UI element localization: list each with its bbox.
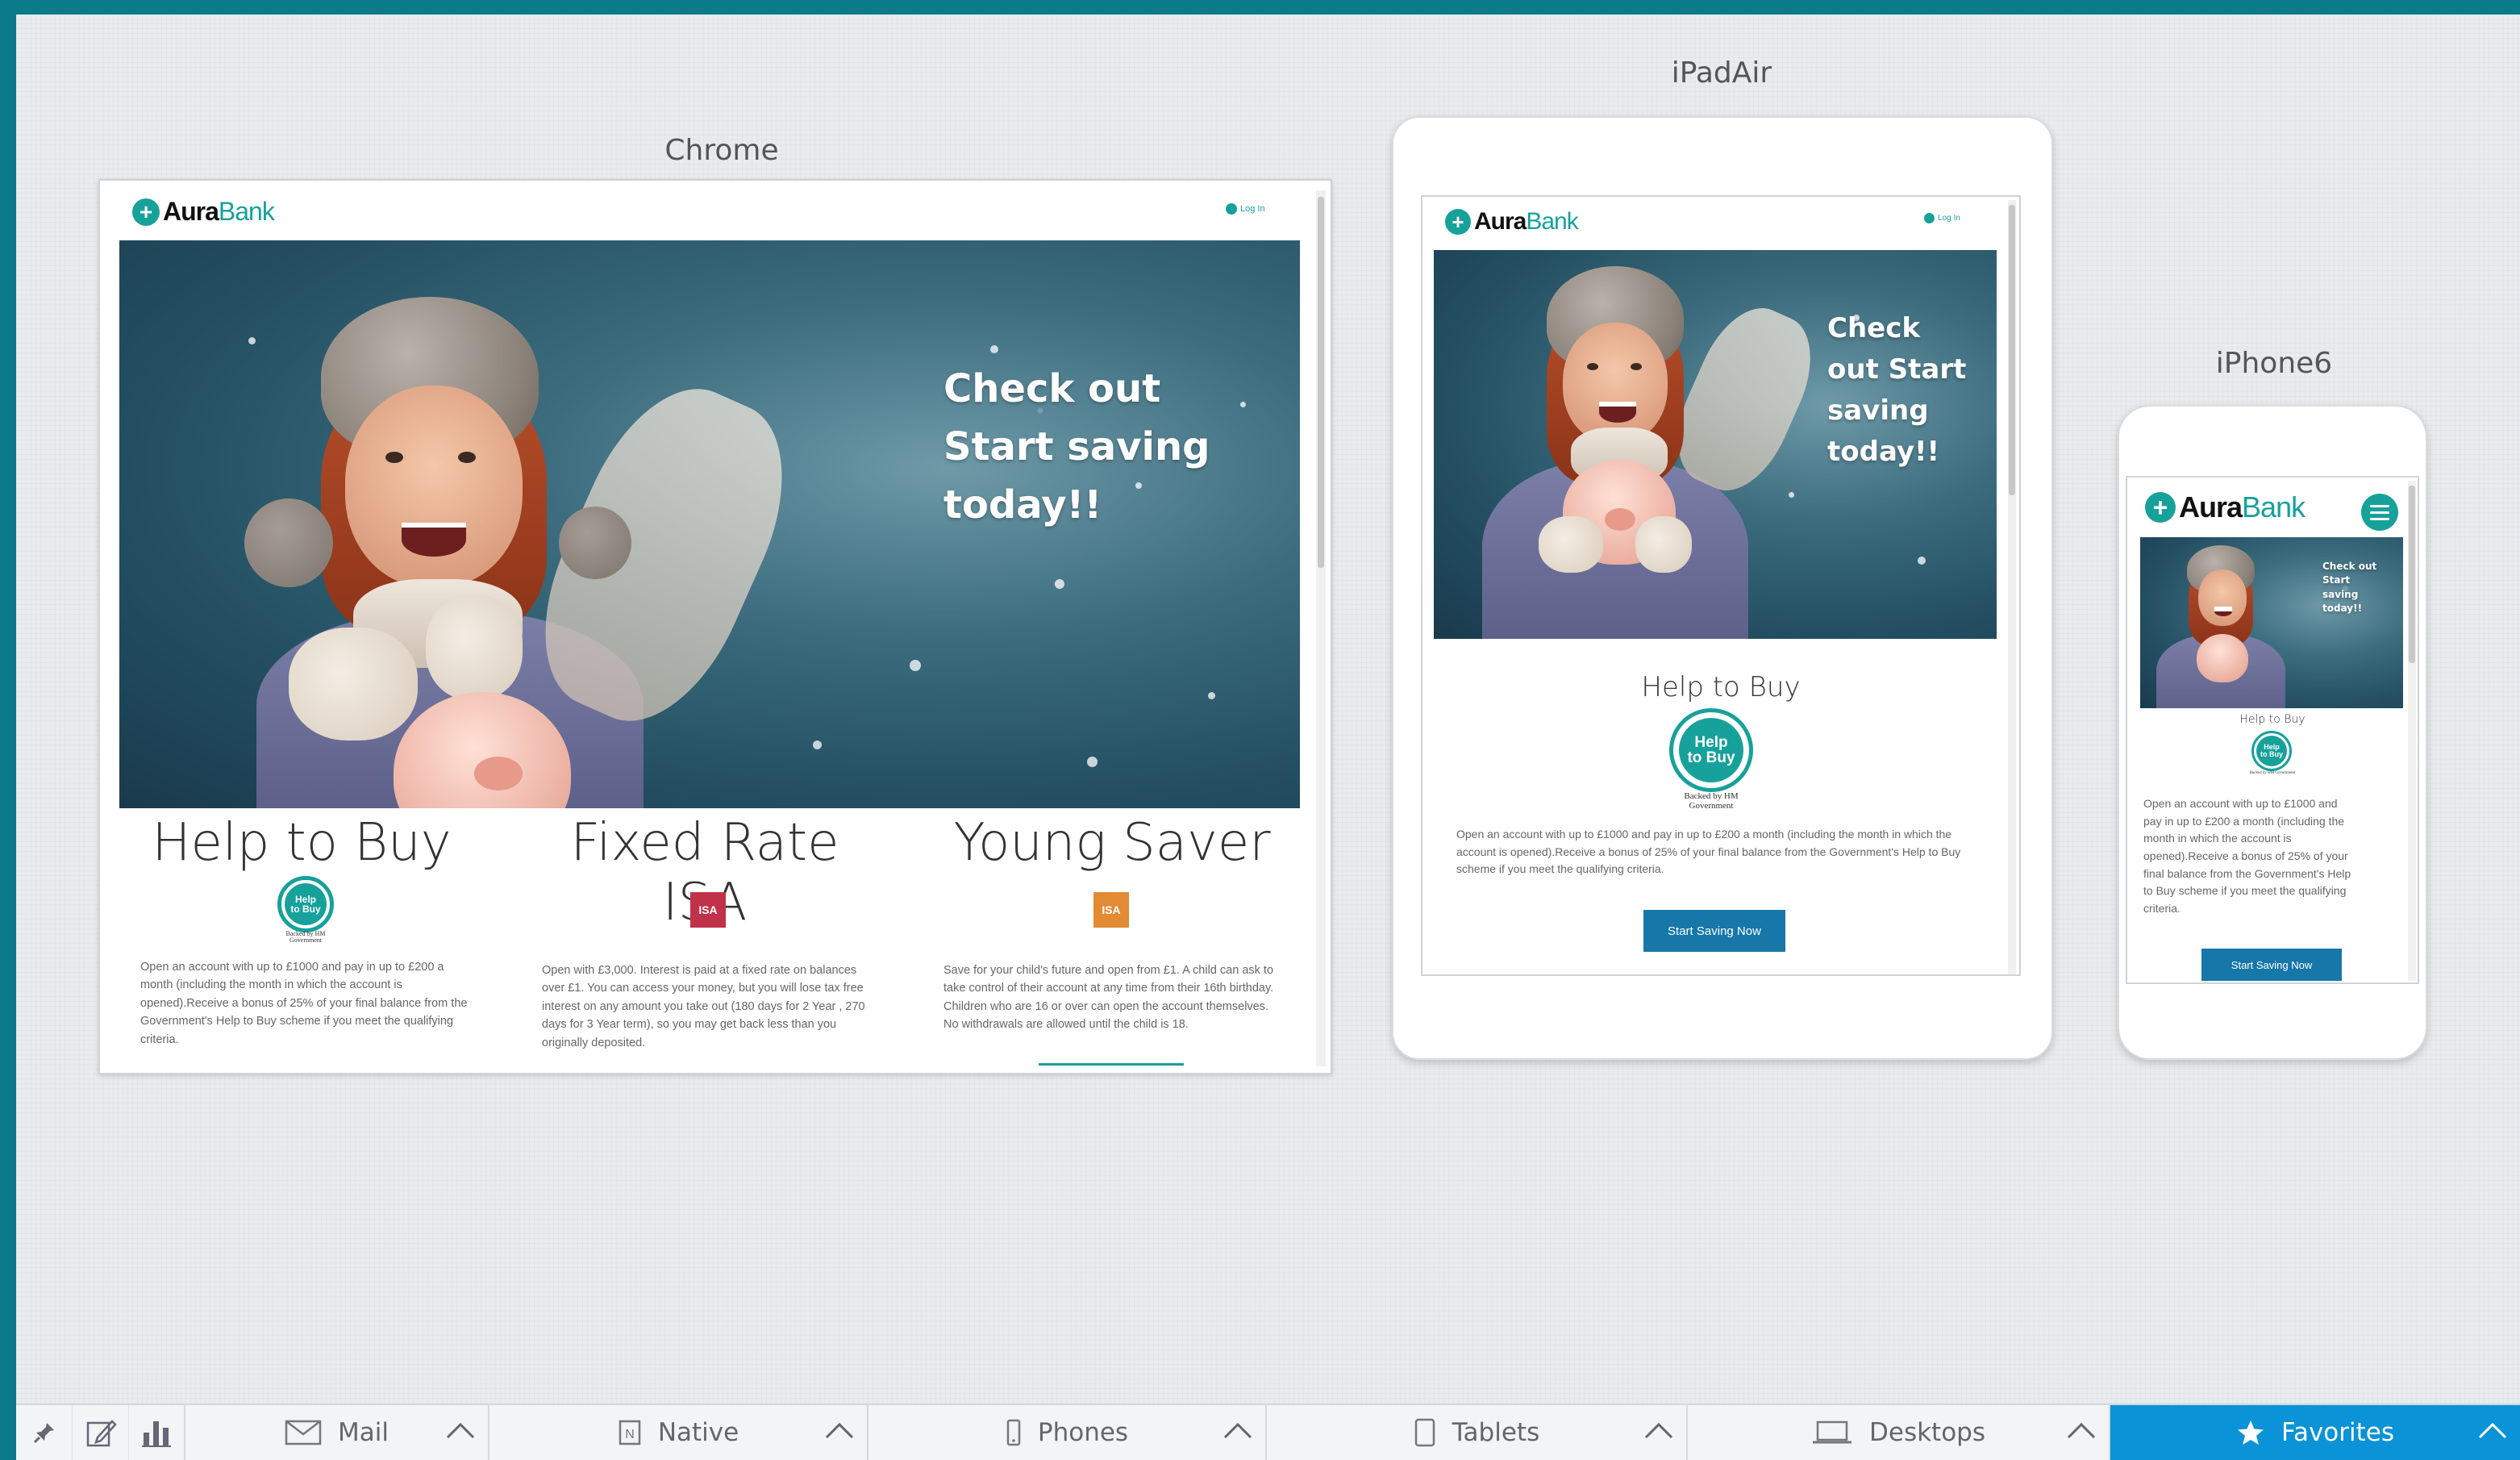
chevron-up-icon[interactable] (1222, 1418, 1254, 1442)
product-title-help-to-buy: Help to Buy (1641, 671, 1801, 703)
phone-body-text: Open an account with up to £1000 and pay… (2143, 797, 2351, 916)
toolbar-group-favorites[interactable]: Favorites (2110, 1405, 2520, 1460)
toolbar-group-tablets[interactable]: Tablets (1267, 1405, 1688, 1460)
site-logo[interactable]: + AuraBank (1445, 208, 1579, 236)
chevron-up-icon[interactable] (2065, 1418, 2097, 1442)
badge-line2: to Buy (290, 903, 321, 915)
login-label: Log In (1240, 204, 1265, 214)
device-label-chrome: Chrome (664, 134, 779, 167)
phones-label: Phones (1037, 1418, 1129, 1447)
hero-banner: Check out Start saving today!! (1434, 250, 1997, 639)
native-icon: N (619, 1420, 641, 1445)
isa-icon-text: ISA (1102, 903, 1121, 916)
pin-icon (33, 1423, 54, 1444)
logo-bank: Bank (1526, 208, 1578, 235)
mail-label: Mail (338, 1418, 389, 1447)
toolbar-group-mail[interactable]: Mail (185, 1405, 489, 1460)
phone-icon (1006, 1419, 1021, 1446)
chrome-preview[interactable]: + AuraBank Log In Check out Start saving… (98, 179, 1332, 1074)
logo-plus-icon: + (132, 198, 160, 226)
chrome-scrollbar-thumb[interactable] (1318, 197, 1324, 568)
chevron-up-icon[interactable] (1643, 1418, 1675, 1442)
device-label-iphone: iPhone6 (2215, 347, 2333, 380)
login-link[interactable]: Log In (1226, 203, 1265, 215)
logo-plus-icon: + (2145, 492, 2176, 523)
hero-headline: Check out Start saving today!! (2322, 561, 2377, 615)
isa-icon-text: ISA (698, 903, 718, 916)
user-icon (1226, 203, 1237, 215)
native-label: Native (657, 1418, 739, 1447)
menu-hamburger-icon[interactable] (2361, 494, 2398, 531)
chevron-up-icon[interactable] (444, 1418, 477, 1442)
mail-icon (285, 1420, 322, 1445)
logo-aura: Aura (2179, 490, 2243, 524)
backed-by-text: Backed by HM Government (1684, 791, 1739, 811)
backed-by-text: Backed by HM Government (2249, 771, 2296, 775)
product-body-fixed-rate-isa: Open with £3,000. Interest is paid at a … (542, 964, 865, 1049)
toolbar-group-phones[interactable]: Phones (868, 1405, 1267, 1460)
favorites-label: Favorites (2280, 1418, 2395, 1447)
logo-plus-icon: + (1445, 209, 1471, 235)
badge-line1: Help (1694, 734, 1728, 751)
bottom-toolbar: Mail N Native Phones Tablets Desktops Fa… (16, 1404, 2520, 1460)
svg-text:N: N (625, 1428, 635, 1441)
help-to-buy-badge-icon: Help to Buy (2251, 731, 2292, 771)
hero-banner: Check out Start saving today!! (119, 240, 1300, 808)
isa-orange-icon: ISA (1093, 892, 1129, 928)
edit-tool-button[interactable] (73, 1405, 129, 1460)
iphone-preview[interactable]: + AuraBank Check out Start saving today!… (2126, 476, 2419, 984)
product-body-young-saver: Save for your child's future and open fr… (943, 964, 1274, 1032)
product-title-help-to-buy: Help to Buy (152, 813, 452, 873)
hero-headline: Check out Start saving today!! (1827, 312, 1967, 468)
pin-tool-button[interactable] (16, 1405, 73, 1460)
login-link[interactable]: Log In (1924, 213, 1960, 223)
user-icon (1924, 213, 1935, 223)
logo-aura: Aura (163, 197, 219, 226)
tablet-icon (1414, 1418, 1435, 1447)
start-saving-button[interactable]: Start Saving Now (1643, 910, 1785, 952)
device-label-ipad: iPadAir (1671, 56, 1772, 90)
site-logo[interactable]: + AuraBank (2145, 490, 2305, 524)
login-label: Log In (1938, 214, 1960, 223)
young-saver-underline (1039, 1063, 1184, 1066)
tablets-label: Tablets (1452, 1418, 1540, 1447)
stats-tool-button[interactable] (129, 1405, 185, 1460)
toolbar-group-desktops[interactable]: Desktops (1688, 1405, 2110, 1460)
edit-icon (86, 1420, 117, 1447)
product-title-young-saver: Young Saver (953, 813, 1271, 873)
isa-red-icon: ISA (690, 892, 726, 928)
help-to-buy-badge-icon: Help to Buy (1669, 708, 1753, 792)
bar-chart-icon (142, 1421, 171, 1447)
star-icon (2237, 1420, 2264, 1445)
logo-bank: Bank (218, 197, 275, 226)
ipad-preview[interactable]: + AuraBank Log In Check out Start saving… (1421, 195, 2021, 976)
chevron-up-icon[interactable] (823, 1418, 856, 1442)
help-to-buy-badge-icon: Help to Buy (277, 876, 334, 932)
logo-bank: Bank (2242, 490, 2305, 524)
top-accent-bar (0, 0, 2520, 15)
badge-line2: to Buy (2260, 750, 2283, 758)
badge-line2: to Buy (1687, 749, 1735, 766)
product-title-help-to-buy: Help to Buy (2239, 713, 2305, 726)
backed-by-text: Backed by HM Government (285, 930, 326, 945)
tablet-body-text: Open an account with up to £1000 and pay… (1456, 828, 1961, 876)
left-accent-bar (0, 0, 16, 1460)
start-saving-button[interactable]: Start Saving Now (2201, 949, 2342, 981)
ipad-scrollbar-thumb[interactable] (2009, 205, 2015, 495)
hero-headline: Check out Start saving today!! (943, 366, 1210, 528)
iphone-scrollbar-thumb[interactable] (2409, 486, 2415, 663)
toolbar-group-native[interactable]: N Native (489, 1405, 868, 1460)
desktops-label: Desktops (1869, 1418, 1985, 1447)
hero-banner: Check out Start saving today!! (2140, 537, 2403, 708)
laptop-icon (1813, 1420, 1851, 1444)
chevron-up-icon[interactable] (2476, 1418, 2509, 1442)
product-body-help-to-buy: Open an account with up to £1000 and pay… (140, 961, 468, 1046)
logo-aura: Aura (1474, 208, 1527, 235)
site-logo[interactable]: + AuraBank (132, 197, 275, 227)
